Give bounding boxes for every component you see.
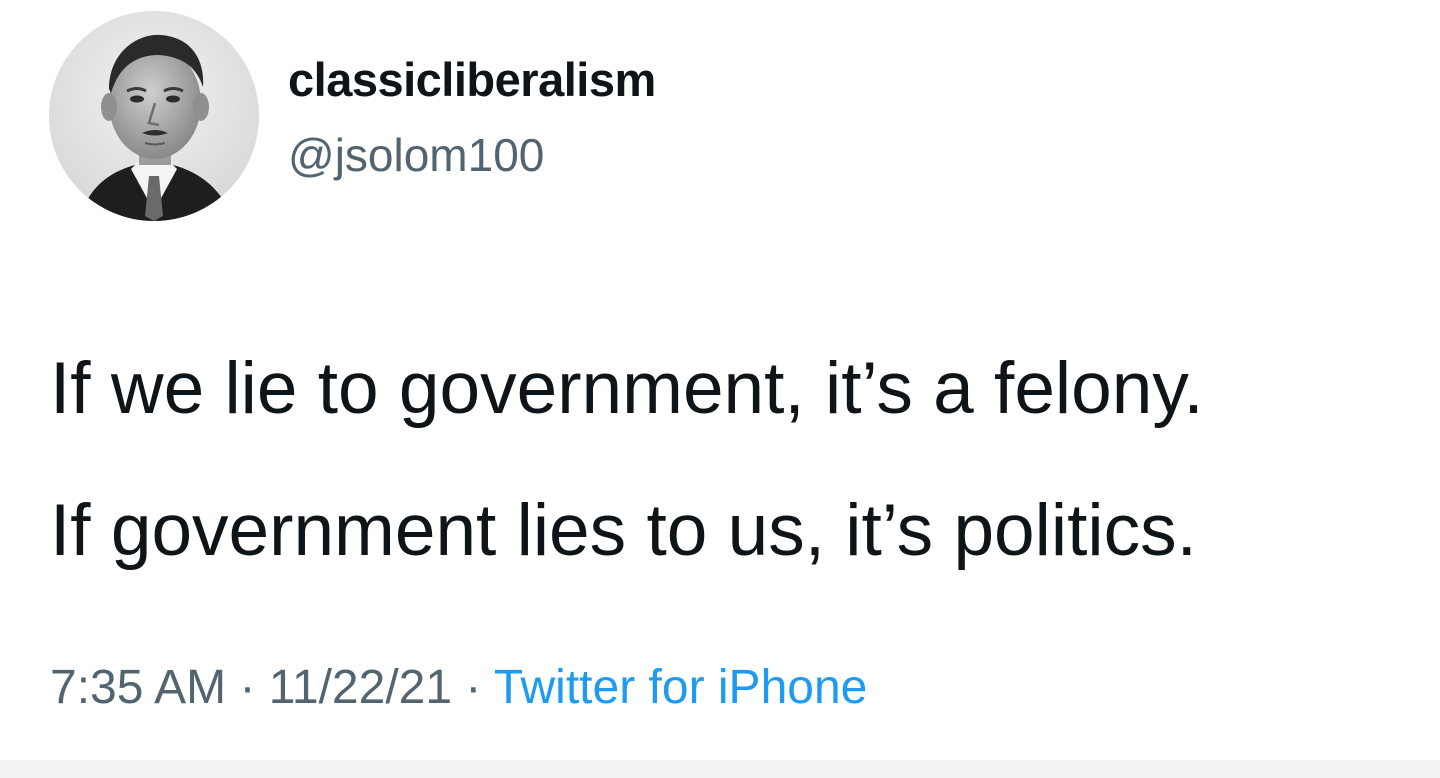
tweet-date[interactable]: 11/22/21 xyxy=(269,661,452,714)
user-handle[interactable]: @jsolom100 xyxy=(288,128,544,182)
meta-separator: · xyxy=(452,661,494,714)
tweet-line: If government lies to us, it’s politics. xyxy=(50,490,1197,571)
tweet-card: classicliberalism @jsolom100 If we lie t… xyxy=(0,0,1440,760)
avatar[interactable] xyxy=(49,11,259,221)
footer-divider xyxy=(0,760,1440,778)
tweet-source-link[interactable]: Twitter for iPhone xyxy=(494,661,868,714)
user-avatar-icon xyxy=(49,11,259,221)
tweet-time[interactable]: 7:35 AM xyxy=(50,661,226,714)
tweet-meta: 7:35 AM · 11/22/21 · Twitter for iPhone xyxy=(50,660,867,715)
tweet-text: If we lie to government, it’s a felony. … xyxy=(50,318,1410,602)
tweet-line: If we lie to government, it’s a felony. xyxy=(50,348,1204,429)
display-name[interactable]: classicliberalism xyxy=(288,52,656,107)
meta-separator: · xyxy=(226,661,269,714)
